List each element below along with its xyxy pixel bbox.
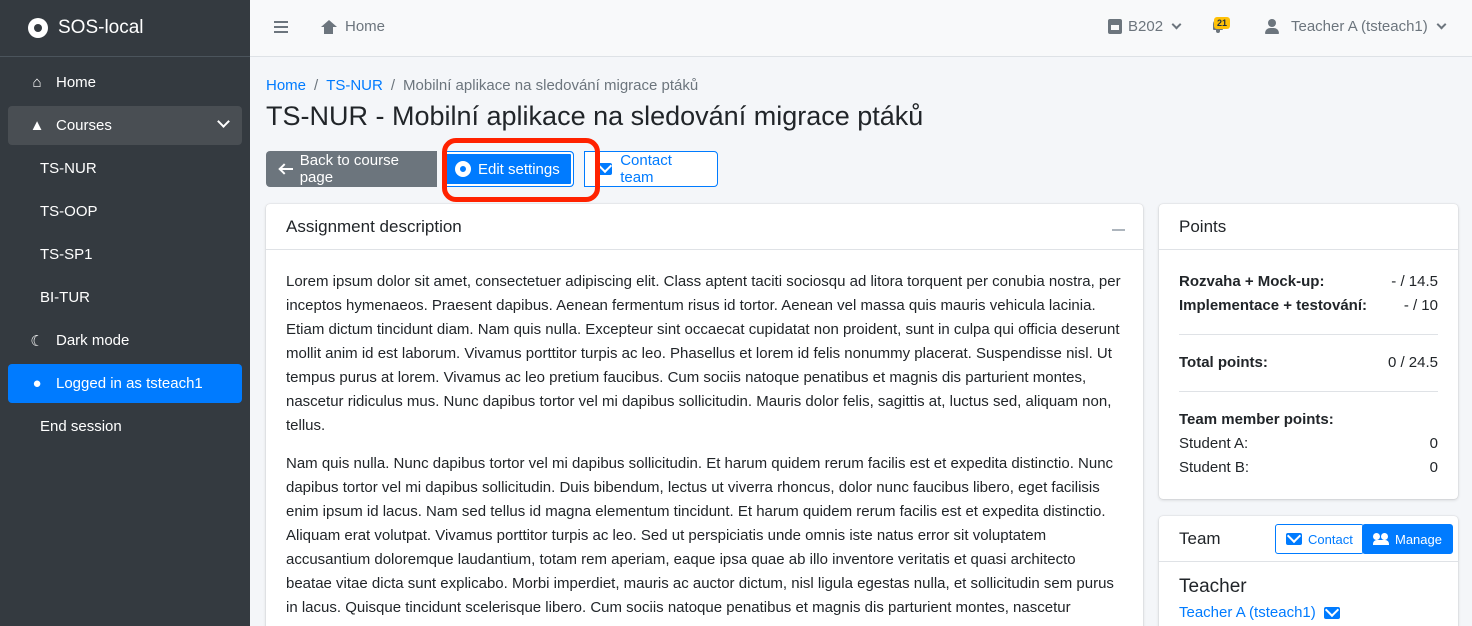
member-points-row: Student B: 0	[1179, 456, 1438, 480]
sidebar-item-end-session[interactable]: End session	[8, 407, 242, 446]
sidebar-item-label: Dark mode	[56, 332, 130, 349]
topbar-home-label: Home	[345, 18, 386, 35]
assignment-card-title: Assignment description	[286, 216, 462, 236]
assignment-card-header: Assignment description	[266, 204, 1143, 250]
menu-toggle-icon[interactable]	[274, 21, 288, 35]
member-points: 0	[1429, 459, 1438, 476]
page-title: TS-NUR - Mobilní aplikace na sledování m…	[266, 101, 924, 131]
points-body: Rozvaha + Mock-up: - / 14.5 Implementace…	[1159, 250, 1458, 499]
sidebar-item-logged-in[interactable]: ● Logged in as tsteach1	[8, 364, 242, 403]
assignment-card: Assignment description Lorem ipsum dolor…	[266, 204, 1143, 626]
top-navbar: Home B202 21 Teacher A (tsteach1)	[250, 0, 1472, 57]
team-card-title: Team	[1179, 528, 1221, 548]
back-to-course-button[interactable]: Back to course page	[266, 151, 437, 187]
user-label: Teacher A (tsteach1)	[1291, 18, 1428, 35]
team-body: Teacher Teacher A (tsteach1)	[1159, 562, 1458, 621]
team-manage-button[interactable]: Manage	[1362, 524, 1453, 554]
assignment-paragraph: Lorem ipsum dolor sit amet, consectetuer…	[286, 273, 1121, 434]
member-points: 0	[1429, 435, 1438, 452]
brand[interactable]: SOS-local	[0, 0, 250, 57]
contact-label: Contact team	[620, 152, 672, 186]
teacher-name: Teacher A (tsteach1)	[1179, 604, 1316, 621]
member-points-row: Student A: 0	[1179, 432, 1438, 456]
logo-icon	[28, 18, 48, 38]
envelope-icon	[1323, 606, 1340, 619]
points-card-header: Points	[1159, 204, 1458, 250]
breadcrumb-separator: /	[314, 77, 319, 94]
team-contact-label: Contact	[1308, 531, 1353, 547]
envelope-icon	[1286, 533, 1302, 545]
chevron-down-icon	[1171, 19, 1182, 30]
points-card-title: Points	[1179, 216, 1227, 236]
moon-icon: ☾	[30, 332, 44, 350]
contact-team-button[interactable]: Contact team	[584, 151, 718, 187]
sidebar-item-label: Home	[56, 74, 97, 91]
breadcrumb-home[interactable]: Home	[266, 77, 306, 94]
home-icon	[320, 19, 337, 34]
topbar-home-link[interactable]: Home	[320, 18, 385, 35]
member-name: Student A:	[1179, 435, 1249, 452]
member-name: Student B:	[1179, 459, 1250, 476]
sidebar-item-ts-oop[interactable]: TS-OOP	[8, 192, 242, 231]
user-cog-icon: ●	[32, 375, 42, 392]
points-card: Points Rozvaha + Mock-up: - / 14.5 Imple…	[1159, 204, 1458, 499]
points-label: Implementace + testování:	[1179, 297, 1367, 314]
notification-badge: 21	[1214, 17, 1231, 29]
sidebar-item-courses[interactable]: ▲ Courses	[8, 106, 242, 145]
sidebar-item-label: Logged in as tsteach1	[56, 375, 203, 392]
breadcrumb-course[interactable]: TS-NUR	[326, 77, 383, 94]
breadcrumb-current: Mobilní aplikace na sledování migrace pt…	[403, 77, 699, 94]
assignment-body: Lorem ipsum dolor sit amet, consectetuer…	[266, 250, 1143, 626]
assignment-paragraph: Nam quis nulla. Nunc dapibus tortor vel …	[286, 455, 1114, 616]
chevron-down-icon	[217, 115, 230, 128]
teacher-link[interactable]: Teacher A (tsteach1)	[1179, 604, 1438, 621]
team-contact-button[interactable]: Contact	[1275, 524, 1364, 554]
team-card: Team Contact Manage Teacher Teacher A (t…	[1159, 516, 1458, 626]
divider	[1179, 391, 1438, 392]
chevron-down-icon	[1436, 19, 1447, 30]
back-label: Back to course page	[299, 152, 399, 186]
calendar-icon	[1108, 19, 1122, 34]
total-points-label: Total points:	[1179, 354, 1268, 371]
sidebar-item-dark-mode[interactable]: ☾ Dark mode	[8, 321, 242, 360]
sidebar-item-ts-sp1[interactable]: TS-SP1	[8, 235, 242, 274]
sidebar: SOS-local ⌂ Home ▲ Courses TS-NUR TS-OOP…	[0, 0, 250, 626]
sidebar-item-ts-nur[interactable]: TS-NUR	[8, 149, 242, 188]
points-label: Rozvaha + Mock-up:	[1179, 273, 1325, 290]
sidebar-nav: ⌂ Home ▲ Courses TS-NUR TS-OOP TS-SP1 BI…	[0, 57, 250, 456]
divider	[1179, 334, 1438, 335]
sidebar-item-bi-tur[interactable]: BI-TUR	[8, 278, 242, 317]
sidebar-item-home[interactable]: ⌂ Home	[8, 63, 242, 102]
team-member-points-heading: Team member points:	[1179, 408, 1438, 432]
collapse-icon[interactable]	[1112, 229, 1125, 231]
users-cog-icon	[1373, 533, 1389, 545]
classroom-dropdown[interactable]: B202	[1108, 18, 1182, 35]
team-card-header: Team Contact Manage	[1159, 516, 1458, 562]
points-value: - / 10	[1403, 297, 1438, 314]
arrow-left-icon	[279, 163, 293, 175]
points-row: Implementace + testování: - / 10	[1179, 294, 1438, 318]
sidebar-item-label: Courses	[56, 117, 112, 134]
breadcrumb: Home / TS-NUR / Mobilní aplikace na sledován…	[266, 77, 698, 94]
home-icon: ⌂	[32, 74, 42, 91]
total-points-row: Total points: 0 / 24.5	[1179, 351, 1438, 375]
points-row: Rozvaha + Mock-up: - / 14.5	[1179, 270, 1438, 294]
team-member-points-label: Team member points:	[1179, 411, 1334, 428]
total-points-value: 0 / 24.5	[1387, 354, 1438, 371]
user-icon	[1265, 19, 1279, 34]
team-manage-label: Manage	[1395, 531, 1442, 547]
graduation-cap-icon: ▲	[29, 117, 45, 134]
highlight-outline	[442, 138, 600, 202]
points-value: - / 14.5	[1391, 273, 1438, 290]
breadcrumb-separator: /	[390, 77, 396, 94]
user-dropdown[interactable]: Teacher A (tsteach1)	[1265, 18, 1447, 35]
classroom-label: B202	[1128, 18, 1164, 35]
brand-name: SOS-local	[58, 17, 144, 38]
teacher-heading: Teacher	[1179, 576, 1247, 597]
